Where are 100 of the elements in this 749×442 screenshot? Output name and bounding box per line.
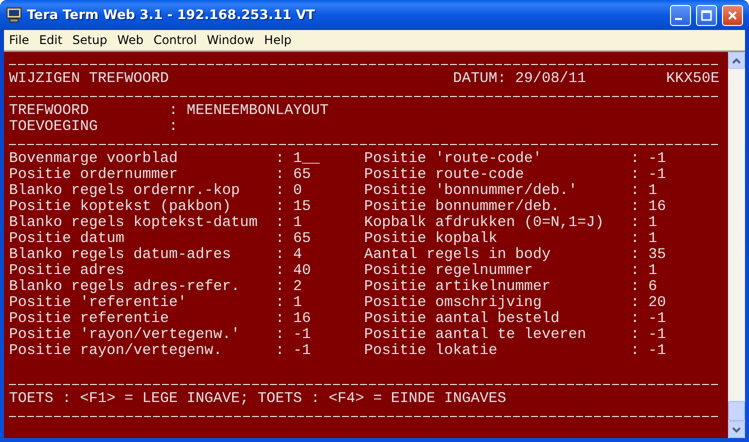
minimize-icon <box>675 18 682 20</box>
field-value: 2 <box>293 279 304 295</box>
colon-text: : <box>275 167 286 183</box>
colon-text: : <box>275 311 286 327</box>
menu-item[interactable]: Web <box>112 33 148 47</box>
maximize-button[interactable] <box>696 4 717 26</box>
field-value: 1 <box>648 183 658 199</box>
field-label: Positie koptekst (pakbon) <box>9 199 232 215</box>
field-label: Positie referentie <box>9 311 170 327</box>
colon-text: : <box>630 215 640 231</box>
field-label: Positie route-code <box>364 167 525 183</box>
close-icon <box>727 10 738 20</box>
field-label: Blanko regels datum-adres <box>9 247 232 263</box>
field-value: -1 <box>648 343 668 359</box>
field-label: Bovenmarge voorblad <box>9 151 179 167</box>
field-value: 40 <box>293 263 312 279</box>
colon-text: : <box>168 103 179 119</box>
field-label: Kopbalk afdrukken (0=N,1=J) <box>364 215 605 231</box>
colon-text: : <box>630 199 640 215</box>
field-value: MEENEEMBONLAYOUT <box>186 103 330 119</box>
colon-text: : <box>275 295 286 311</box>
colon-text: : <box>630 167 640 183</box>
field-label: Positie aantal te leveren <box>364 327 588 343</box>
colon-text: : <box>630 295 640 311</box>
menu-item[interactable]: Setup <box>67 33 112 47</box>
field-label: Positie lokatie <box>364 343 498 359</box>
field-value: 1__ <box>293 151 321 167</box>
colon-text: : <box>275 231 286 247</box>
minimize-button[interactable] <box>670 4 691 26</box>
field-label: TOEVOEGING <box>9 119 99 135</box>
field-value: -1 <box>648 311 668 327</box>
field-value: 20 <box>648 295 668 311</box>
field-label: Positie ordernummer <box>9 167 179 183</box>
colon-text: : <box>275 183 286 199</box>
close-button[interactable] <box>722 4 743 26</box>
field-label: Aantal regels in body <box>364 247 552 263</box>
menu-item[interactable]: Window <box>202 33 260 47</box>
menu-item[interactable]: Control <box>148 33 202 47</box>
field-label: Positie 'rayon/vertegenw.' <box>9 327 241 343</box>
field-value: 1 <box>648 263 658 279</box>
field-value: -1 <box>648 151 668 167</box>
field-label: Positie adres <box>9 263 126 279</box>
field-label: Blanko regels ordernr.-kop <box>9 183 241 199</box>
field-value: 35 <box>648 247 668 263</box>
field-label: Positie kopbalk <box>364 231 498 247</box>
field-label: Positie aantal besteld <box>364 311 561 327</box>
chevron-up-icon <box>732 58 741 64</box>
menu-item[interactable]: Help <box>259 33 297 47</box>
field-value: -1 <box>293 343 312 359</box>
colon-text: : <box>275 279 286 295</box>
field-label: Positie regelnummer <box>364 263 534 279</box>
field-label: Positie rayon/vertegenw. <box>9 343 224 359</box>
field-label: Positie 'bonnummer/deb.' <box>364 183 578 199</box>
colon-text: : <box>630 151 640 167</box>
field-value: -1 <box>648 167 668 183</box>
colon-text: : <box>168 119 179 135</box>
date-text: DATUM: 29/08/11 <box>452 71 588 87</box>
field-label: Blanko regels koptekst-datum <box>9 215 259 231</box>
colon-text: : <box>630 279 640 295</box>
chevron-down-icon <box>732 426 741 432</box>
scroll-down-button[interactable] <box>728 421 745 438</box>
field-label: TREFWOORD <box>9 103 90 119</box>
field-label: Positie datum <box>9 231 126 247</box>
field-label: Positie 'route-code' <box>364 151 543 167</box>
menu-item[interactable]: File <box>4 33 34 47</box>
program-code: KKX50E <box>666 71 720 87</box>
scrollbar-thumb[interactable] <box>728 401 745 421</box>
field-value: -1 <box>648 327 668 343</box>
colon-text: : <box>275 215 286 231</box>
colon-text: : <box>630 343 640 359</box>
field-value: 1 <box>293 295 304 311</box>
colon-text: : <box>275 263 286 279</box>
field-label: Positie omschrijving <box>364 295 543 311</box>
colon-text: : <box>630 231 640 247</box>
terminal-icon <box>6 7 22 23</box>
window-title: Tera Term Web 3.1 - 192.168.253.11 VT <box>27 8 316 22</box>
field-label: Positie bonnummer/deb. <box>364 199 561 215</box>
field-value: 16 <box>293 311 312 327</box>
field-value: 65 <box>293 231 312 247</box>
field-value: 0 <box>293 183 304 199</box>
colon-text: : <box>275 151 286 167</box>
scroll-up-button[interactable] <box>728 52 745 69</box>
maximize-icon <box>701 10 712 20</box>
field-value: 15 <box>293 199 312 215</box>
colon-text: : <box>630 247 640 263</box>
colon-text: : <box>275 247 286 263</box>
field-value: 4 <box>293 247 304 263</box>
colon-text: : <box>275 343 286 359</box>
field-value: 16 <box>648 199 668 215</box>
field-value: -1 <box>293 327 312 343</box>
key-help-text: TOETS : <F1> = LEGE INGAVE; TOETS : <F4> = EINDE INGAVES <box>9 391 508 407</box>
screen-title: WIJZIGEN TREFWOORD <box>9 71 170 87</box>
colon-text: : <box>275 199 286 215</box>
field-label: Positie 'referentie' <box>9 295 188 311</box>
colon-text: : <box>630 263 640 279</box>
colon-text: : <box>275 327 286 343</box>
colon-text: : <box>630 311 640 327</box>
field-value: 1 <box>648 231 658 247</box>
menu-item[interactable]: Edit <box>34 33 68 47</box>
field-label: Positie artikelnummer <box>364 279 552 295</box>
